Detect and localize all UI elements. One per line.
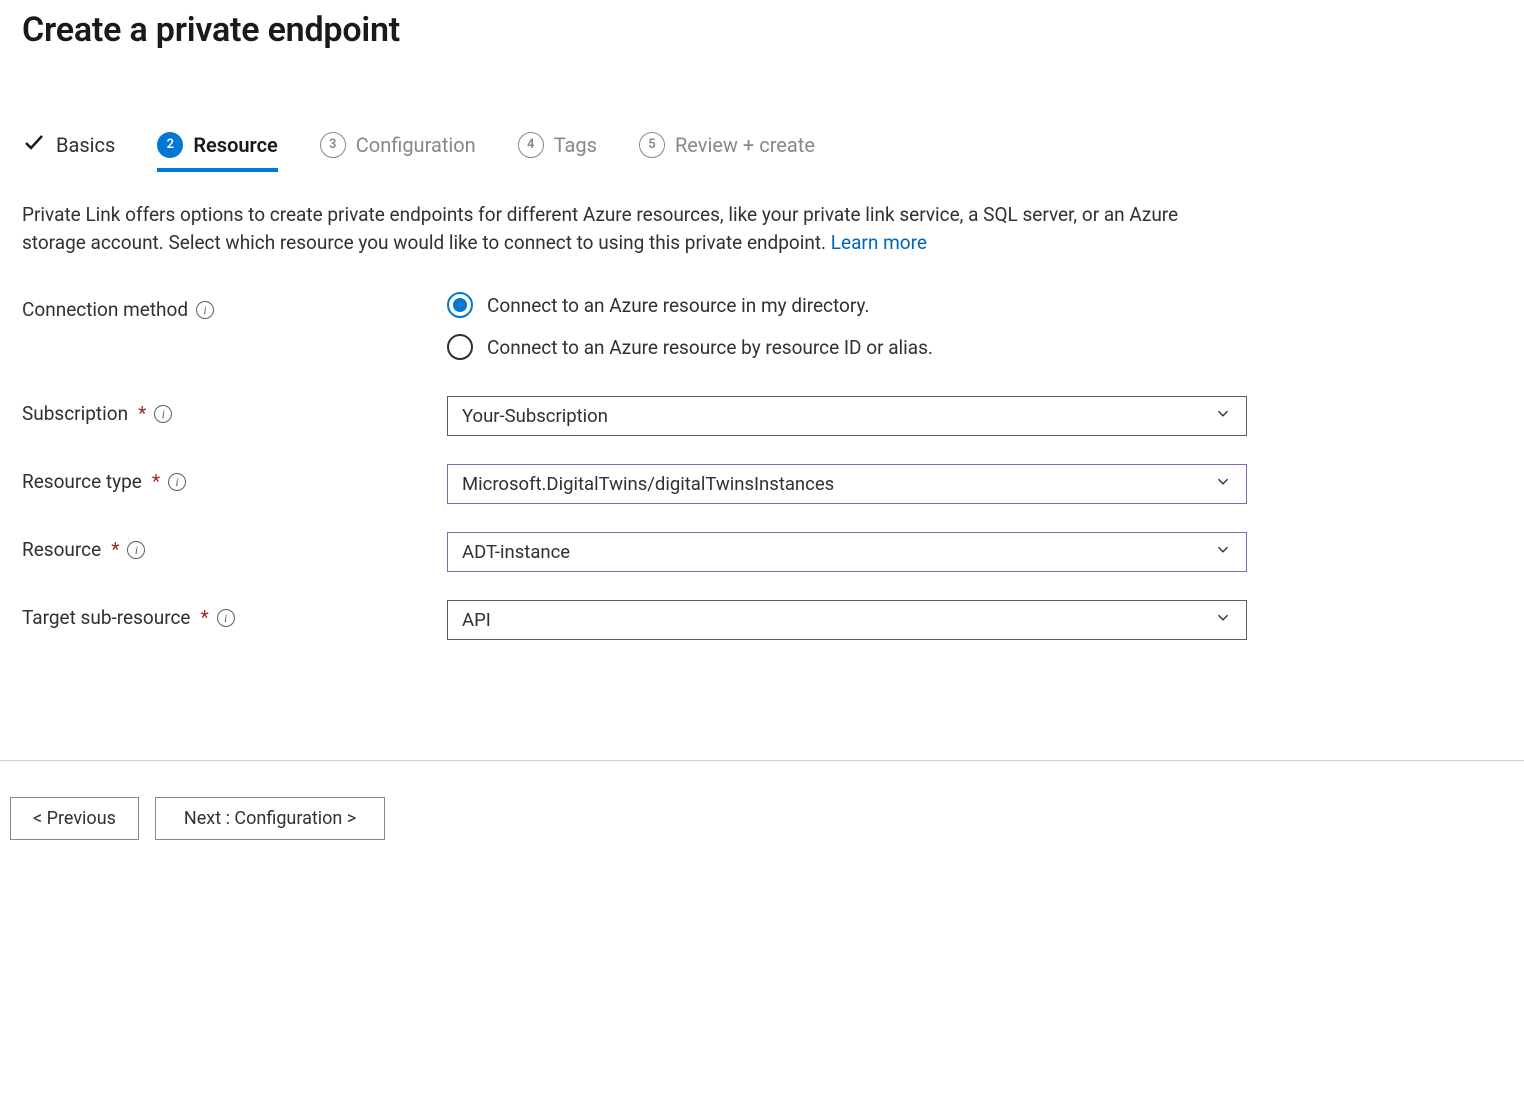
tab-description: Private Link offers options to create pr…	[22, 201, 1242, 256]
resource-dropdown[interactable]: ADT-instance	[447, 532, 1247, 572]
subscription-dropdown[interactable]: Your-Subscription	[447, 396, 1247, 436]
row-connection-method: Connection method i Connect to an Azure …	[22, 292, 1502, 360]
wizard-footer: < Previous Next : Configuration >	[0, 761, 1524, 876]
label-text: Subscription	[22, 402, 128, 425]
row-resource-type: Resource type * i Microsoft.DigitalTwins…	[22, 464, 1502, 504]
label-text: Connection method	[22, 298, 188, 321]
row-subscription: Subscription * i Your-Subscription	[22, 396, 1502, 436]
dropdown-value: Your-Subscription	[462, 405, 608, 427]
next-button[interactable]: Next : Configuration >	[155, 797, 385, 840]
label-resource-type: Resource type * i	[22, 464, 447, 493]
info-icon[interactable]: i	[154, 405, 172, 423]
step-circle-icon: 2	[157, 132, 183, 158]
wizard-tabs: Basics 2 Resource 3 Configuration 4 Tags…	[22, 130, 1502, 173]
chevron-down-icon	[1214, 609, 1232, 632]
step-circle-icon: 5	[639, 132, 665, 158]
step-circle-icon: 3	[320, 132, 346, 158]
chevron-down-icon	[1214, 473, 1232, 496]
tab-label: Resource	[193, 133, 277, 157]
dropdown-value: Microsoft.DigitalTwins/digitalTwinsInsta…	[462, 473, 834, 495]
radio-connect-resource-id[interactable]: Connect to an Azure resource by resource…	[447, 334, 1247, 360]
tab-label: Review + create	[675, 133, 815, 157]
required-indicator: *	[152, 470, 160, 493]
dropdown-value: API	[462, 609, 491, 631]
tab-label: Configuration	[356, 133, 476, 157]
connection-method-radio-group: Connect to an Azure resource in my direc…	[447, 292, 1247, 360]
tab-tags[interactable]: 4 Tags	[518, 132, 597, 172]
dropdown-value: ADT-instance	[462, 541, 570, 563]
info-icon[interactable]: i	[127, 541, 145, 559]
radio-icon	[447, 292, 473, 318]
radio-label: Connect to an Azure resource by resource…	[487, 336, 933, 359]
page-title: Create a private endpoint	[22, 10, 1502, 50]
check-icon	[22, 130, 46, 159]
target-sub-resource-dropdown[interactable]: API	[447, 600, 1247, 640]
tab-configuration[interactable]: 3 Configuration	[320, 132, 476, 172]
label-target-sub-resource: Target sub-resource * i	[22, 600, 447, 629]
required-indicator: *	[138, 402, 146, 425]
tab-basics[interactable]: Basics	[22, 130, 115, 173]
tab-label: Tags	[554, 133, 597, 157]
info-icon[interactable]: i	[168, 473, 186, 491]
label-connection-method: Connection method i	[22, 292, 447, 321]
previous-button[interactable]: < Previous	[10, 797, 139, 840]
label-subscription: Subscription * i	[22, 396, 447, 425]
chevron-down-icon	[1214, 541, 1232, 564]
tab-resource[interactable]: 2 Resource	[157, 132, 277, 172]
label-text: Resource	[22, 538, 101, 561]
required-indicator: *	[201, 606, 209, 629]
step-circle-icon: 4	[518, 132, 544, 158]
learn-more-link[interactable]: Learn more	[831, 231, 927, 254]
info-icon[interactable]: i	[196, 301, 214, 319]
label-text: Target sub-resource	[22, 606, 191, 629]
resource-type-dropdown[interactable]: Microsoft.DigitalTwins/digitalTwinsInsta…	[447, 464, 1247, 504]
required-indicator: *	[111, 538, 119, 561]
row-target-sub-resource: Target sub-resource * i API	[22, 600, 1502, 640]
tab-review-create[interactable]: 5 Review + create	[639, 132, 815, 172]
info-icon[interactable]: i	[217, 609, 235, 627]
description-text: Private Link offers options to create pr…	[22, 203, 1178, 254]
radio-connect-directory[interactable]: Connect to an Azure resource in my direc…	[447, 292, 1247, 318]
label-text: Resource type	[22, 470, 142, 493]
label-resource: Resource * i	[22, 532, 447, 561]
radio-label: Connect to an Azure resource in my direc…	[487, 294, 869, 317]
radio-icon	[447, 334, 473, 360]
row-resource: Resource * i ADT-instance	[22, 532, 1502, 572]
chevron-down-icon	[1214, 405, 1232, 428]
tab-label: Basics	[56, 133, 115, 157]
